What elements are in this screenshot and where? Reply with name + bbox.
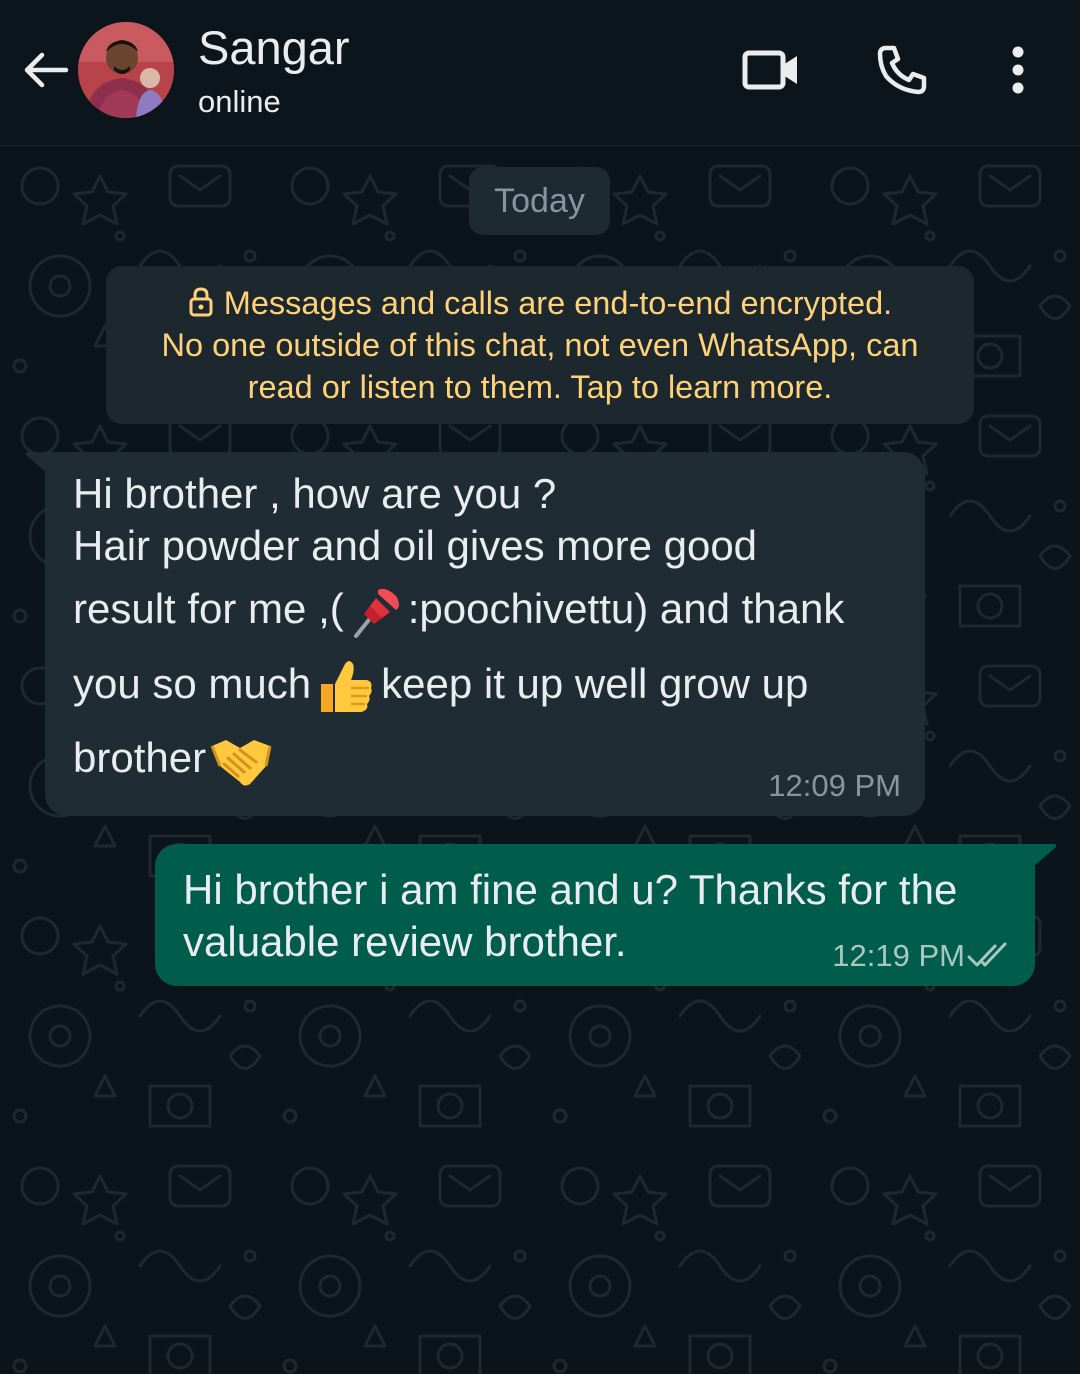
pushpin-emoji-icon xyxy=(353,588,399,638)
handshake-emoji-icon xyxy=(210,739,272,786)
message-text: keep it up well grow up xyxy=(381,660,809,707)
message-text: :poochivettu) and thank xyxy=(407,585,845,632)
back-arrow-icon xyxy=(24,52,69,88)
avatar[interactable] xyxy=(78,22,174,118)
voice-call-icon xyxy=(877,45,927,95)
message-text: brother xyxy=(73,734,207,781)
incoming-message-text: Hi brother , how are you ? Hair powder a… xyxy=(73,468,844,794)
chat-header: Sangar online xyxy=(0,0,1080,146)
message-timestamp: 12:19 PM xyxy=(832,938,965,973)
contact-name[interactable]: Sangar xyxy=(198,20,350,76)
thumbs-up-emoji-icon xyxy=(321,660,372,712)
incoming-message[interactable]: Hi brother , how are you ? Hair powder a… xyxy=(45,452,925,816)
video-call-button[interactable] xyxy=(738,40,804,100)
read-receipt-icon xyxy=(967,942,1007,967)
back-button[interactable] xyxy=(18,40,74,100)
message-line: brother xyxy=(73,722,844,794)
video-call-icon xyxy=(742,50,797,90)
encryption-notice[interactable]: Messages and calls are end-to-end encryp… xyxy=(106,266,974,424)
message-line: result for me ,( :poochivettu) and thank xyxy=(73,572,844,646)
chat-area[interactable]: Today Messages and calls are end-to-end … xyxy=(0,146,1080,1374)
voice-call-button[interactable] xyxy=(872,40,932,100)
lock-icon xyxy=(189,287,213,317)
more-options-icon xyxy=(1012,46,1024,94)
outgoing-message[interactable]: Hi brother i am fine and u? Thanks for t… xyxy=(155,844,1035,986)
message-line: Hi brother i am fine and u? Thanks for t… xyxy=(183,866,958,913)
encryption-text-1: Messages and calls are end-to-end encryp… xyxy=(223,285,893,321)
date-separator: Today xyxy=(469,167,610,235)
encryption-notice-line1: Messages and calls are end-to-end encryp… xyxy=(106,282,974,324)
more-options-button[interactable] xyxy=(996,40,1040,100)
message-text: you so much xyxy=(73,660,312,707)
message-text: result for me ,( xyxy=(73,585,344,632)
message-timestamp: 12:09 PM xyxy=(768,768,901,803)
outgoing-bubble-tail xyxy=(1034,844,1057,866)
encryption-notice-line2: No one outside of this chat, not even Wh… xyxy=(161,327,919,363)
contact-status: online xyxy=(198,84,281,119)
message-line: you so much keep it up well grow up xyxy=(73,646,844,722)
message-line: Hi brother , how are you ? xyxy=(73,470,557,517)
encryption-notice-line3: read or listen to them. Tap to learn mor… xyxy=(247,369,833,405)
message-line: Hair powder and oil gives more good xyxy=(73,522,758,569)
